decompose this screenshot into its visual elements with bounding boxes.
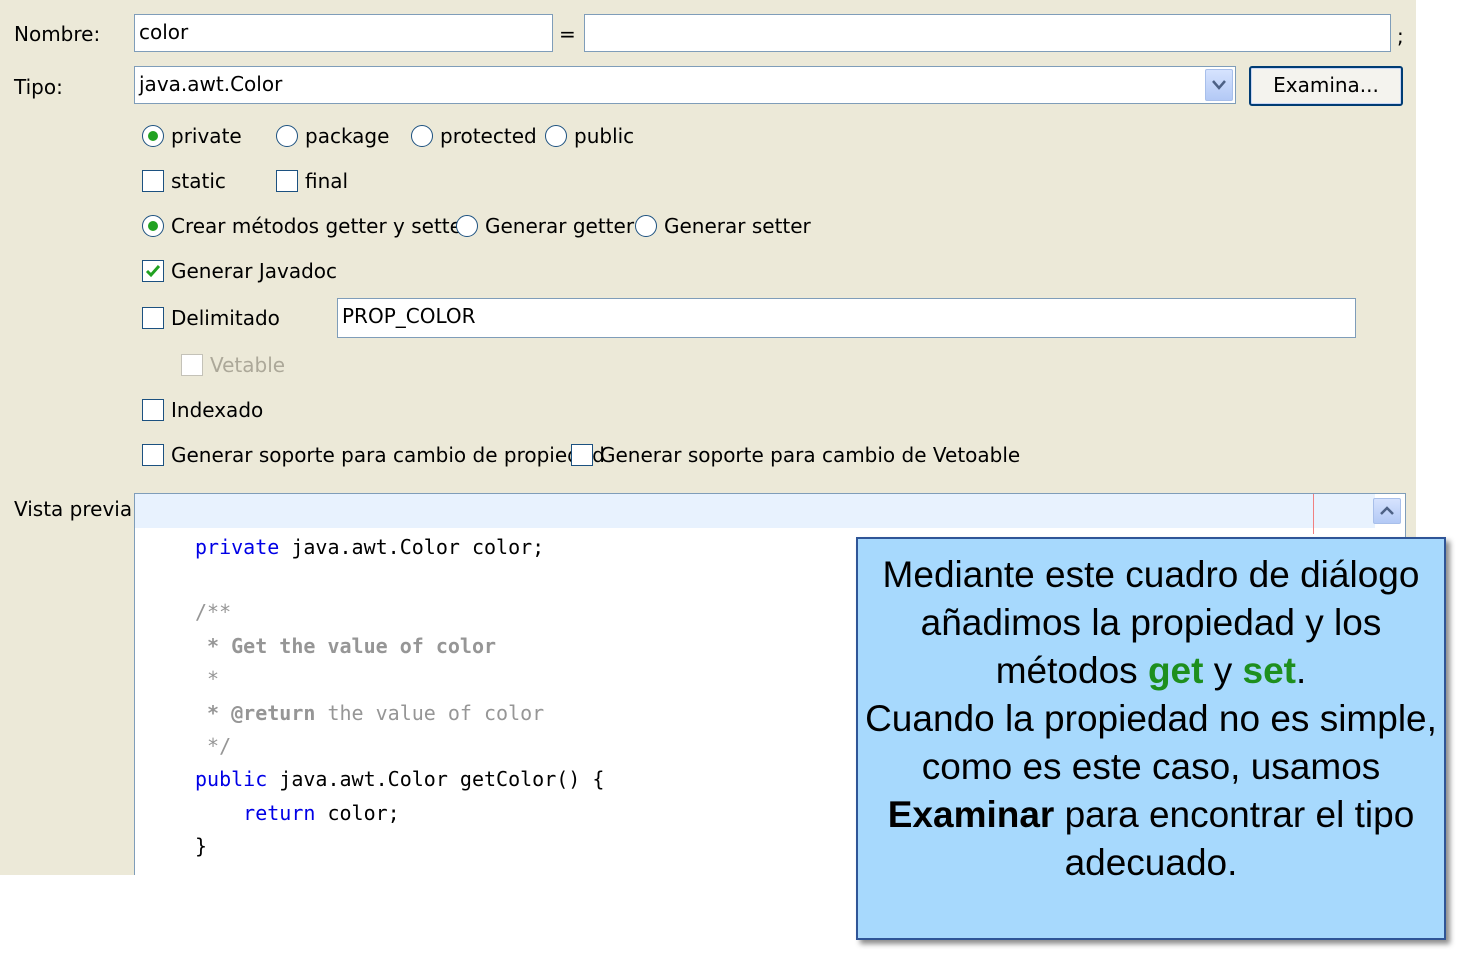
javadoc-label: Generar Javadoc xyxy=(171,259,338,283)
radio-protected-label: protected xyxy=(440,124,537,148)
tipo-label: Tipo: xyxy=(14,75,63,99)
indexado-checkbox[interactable] xyxy=(142,399,164,421)
code-keyword: public xyxy=(195,767,268,791)
callout-examinar: Examinar xyxy=(887,794,1055,835)
radio-private-label: private xyxy=(171,124,242,148)
nombre-input[interactable]: color xyxy=(134,14,553,52)
final-checkbox[interactable] xyxy=(276,170,298,192)
delimitado-input[interactable]: PROP_COLOR xyxy=(337,298,1356,338)
radio-getter[interactable] xyxy=(456,215,478,237)
code-comment-line: */ xyxy=(195,734,232,758)
code-line: return color; xyxy=(195,801,400,825)
support-veto-label: Generar soporte para cambio de Vetoable xyxy=(600,443,1021,467)
code-text: java.awt.Color getColor() { xyxy=(267,767,605,791)
code-javadoc-tag: * @return xyxy=(195,701,316,725)
right-margin-line xyxy=(1313,494,1314,534)
code-keyword: private xyxy=(195,535,280,559)
radio-setter-label: Generar setter xyxy=(664,214,811,238)
nombre-label: Nombre: xyxy=(14,22,101,46)
javadoc-checkbox[interactable] xyxy=(142,260,164,282)
checkmark-icon xyxy=(145,265,161,278)
code-comment-line: /** xyxy=(195,600,232,624)
delimitado-label: Delimitado xyxy=(171,306,280,330)
radio-package[interactable] xyxy=(276,125,298,147)
callout-text: Cuando la propiedad no es simple, como e… xyxy=(865,698,1437,787)
code-comment-line: * @return the value of color xyxy=(195,701,544,725)
callout-text: y xyxy=(1203,650,1243,691)
code-comment-text: the value of color xyxy=(315,701,545,725)
code-text: java.awt.Color color; xyxy=(279,535,545,559)
code-line: private java.awt.Color color; xyxy=(195,535,544,559)
current-line-highlight xyxy=(135,494,1375,528)
equals-sign: = xyxy=(559,22,576,46)
semicolon: ; xyxy=(1397,24,1404,48)
callout-get: get xyxy=(1147,650,1204,691)
code-line: } xyxy=(195,834,208,858)
tipo-combobox[interactable]: java.awt.Color xyxy=(134,66,1236,104)
radio-getter-setter-label: Crear métodos getter y setter xyxy=(171,214,471,238)
radio-public[interactable] xyxy=(545,125,567,147)
code-comment-line: * xyxy=(195,667,220,691)
radio-setter[interactable] xyxy=(635,215,657,237)
delimitado-checkbox[interactable] xyxy=(142,307,164,329)
support-prop-label: Generar soporte para cambio de propiedad xyxy=(171,443,605,467)
callout-text: para encontrar el tipo adecuado. xyxy=(1054,794,1415,883)
initial-value-input[interactable] xyxy=(584,14,1391,52)
support-veto-checkbox[interactable] xyxy=(571,444,593,466)
radio-getter-label: Generar getter xyxy=(485,214,635,238)
code-comment-line: * Get the value of color xyxy=(195,634,497,658)
tipo-dropdown-button[interactable] xyxy=(1205,69,1233,101)
support-prop-checkbox[interactable] xyxy=(142,444,164,466)
vetable-checkbox[interactable] xyxy=(181,354,203,376)
final-label: final xyxy=(305,169,349,193)
indexado-label: Indexado xyxy=(171,398,264,422)
preview-label: Vista previa: xyxy=(14,497,139,521)
callout-text: . xyxy=(1295,650,1307,691)
radio-package-label: package xyxy=(305,124,390,148)
chevron-up-icon xyxy=(1380,506,1394,515)
radio-public-label: public xyxy=(574,124,635,148)
code-line: public java.awt.Color getColor() { xyxy=(195,767,604,791)
radio-protected[interactable] xyxy=(411,125,433,147)
examina-button[interactable]: Examina... xyxy=(1249,66,1403,106)
explanation-callout: Mediante este cuadro de diálogo añadimos… xyxy=(856,537,1446,940)
static-checkbox[interactable] xyxy=(142,170,164,192)
code-text: color; xyxy=(315,801,400,825)
radio-private[interactable] xyxy=(142,125,164,147)
vetable-label: Vetable xyxy=(210,353,286,377)
callout-set: set xyxy=(1242,650,1296,691)
code-keyword: return xyxy=(195,801,316,825)
radio-getter-setter[interactable] xyxy=(142,215,164,237)
chevron-down-icon xyxy=(1212,80,1226,90)
scroll-up-button[interactable] xyxy=(1373,498,1401,524)
static-label: static xyxy=(171,169,226,193)
